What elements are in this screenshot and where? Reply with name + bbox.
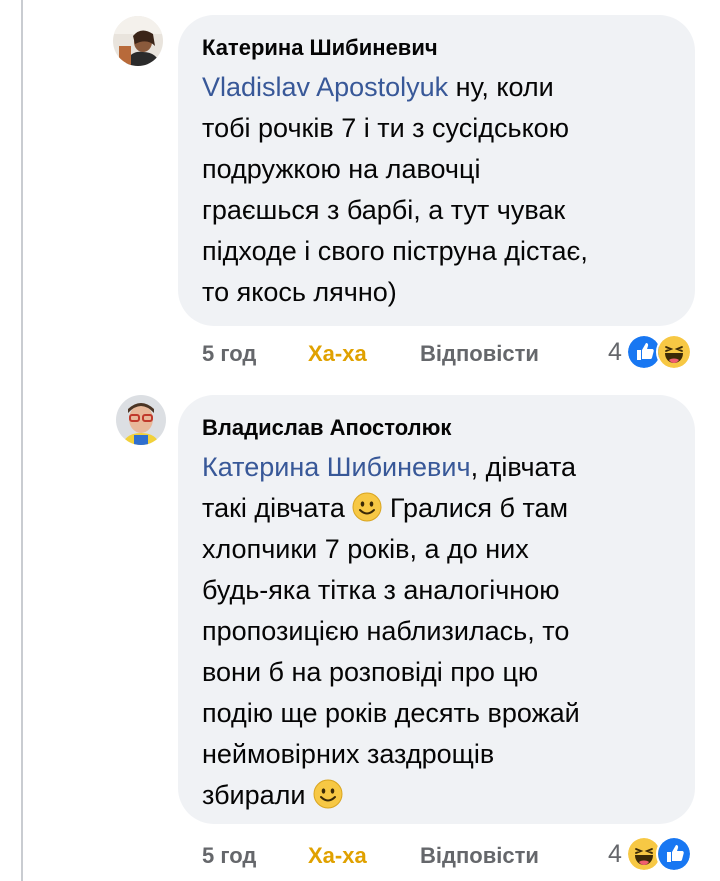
- mention-link[interactable]: Катерина Шибиневич: [202, 452, 471, 482]
- avatar[interactable]: [116, 395, 166, 445]
- reaction-count: 4: [608, 337, 622, 366]
- like-icon: [655, 836, 692, 872]
- comment-text-line: граєшься з барбі, а тут чувак: [202, 195, 566, 225]
- comment-author[interactable]: Владислав Апостолюк: [202, 413, 671, 443]
- reply-button[interactable]: Відповісти: [420, 339, 539, 369]
- comment-text-line: подружкою на лавочці: [202, 154, 481, 184]
- comment-text: Vladislav Apostolyuk ну, коли тобі рочкі…: [202, 67, 671, 313]
- comment-text-line: хлопчики 7 років, а до них: [202, 534, 529, 564]
- comment-bubble: Владислав Апостолюк Катерина Шибиневич, …: [178, 395, 695, 824]
- comment-text-line: неймовірних заздрощів: [202, 739, 495, 769]
- comment-text-line: збирали: [202, 780, 306, 810]
- comment-text-line: то якось лячно): [202, 277, 397, 307]
- reaction-summary[interactable]: 4: [608, 334, 692, 370]
- comment-text-line: підходе і свого піструна дістає,: [202, 236, 588, 266]
- smile-emoji-icon: [313, 779, 343, 809]
- comment-text: Катерина Шибиневич, дівчата такі дівчата…: [202, 447, 671, 816]
- reply-button[interactable]: Відповісти: [420, 841, 539, 871]
- avatar-photo-icon: [116, 395, 166, 445]
- comment-bubble: Катерина Шибиневич Vladislav Apostolyuk …: [178, 15, 695, 326]
- comment-text-line: ну, коли: [448, 72, 554, 102]
- smile-emoji-icon: [352, 492, 382, 522]
- thread-line: [21, 0, 23, 881]
- comment-time[interactable]: 5 год: [202, 841, 256, 871]
- comment-text-line: такі дівчата: [202, 493, 345, 523]
- avatar[interactable]: [113, 16, 163, 66]
- comment-time[interactable]: 5 год: [202, 339, 256, 369]
- comment-text-line: пропозицією наблизилась, то: [202, 616, 570, 646]
- haha-reaction-button[interactable]: Ха-ха: [308, 841, 367, 871]
- comment-text-line: будь-яка тітка з аналогічною: [202, 575, 560, 605]
- avatar-photo-icon: [113, 16, 163, 66]
- haha-reaction-button[interactable]: Ха-ха: [308, 339, 367, 369]
- reaction-summary[interactable]: 4: [608, 836, 692, 872]
- mention-link[interactable]: Vladislav Apostolyuk: [202, 72, 448, 102]
- haha-icon: [655, 334, 692, 370]
- reaction-count: 4: [608, 839, 622, 868]
- comment-text-line: тобі рочків 7 і ти з сусідською: [202, 113, 569, 143]
- comment-text-line: , дівчата: [470, 452, 577, 482]
- comment-author[interactable]: Катерина Шибиневич: [202, 33, 671, 63]
- comment-text-line: Гралися б там: [382, 493, 569, 523]
- comment-text-line: вони б на розповіді про цю: [202, 657, 539, 687]
- comment-text-line: подію ще років десять врожай: [202, 698, 580, 728]
